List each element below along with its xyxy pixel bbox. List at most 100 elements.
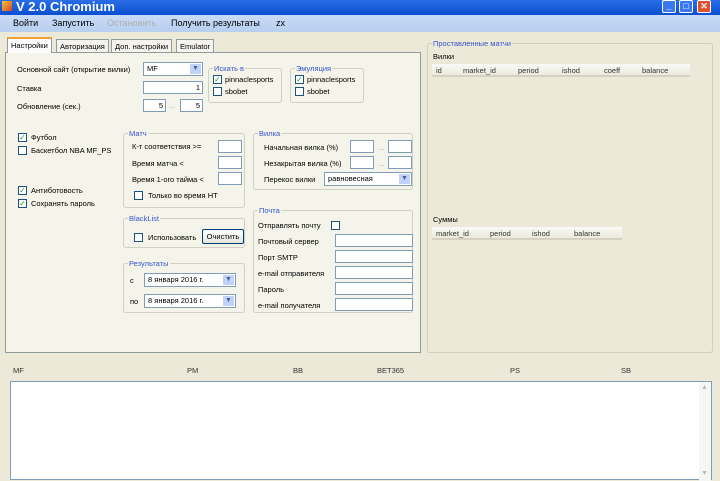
save-password-label: Сохранять пароль — [31, 199, 95, 208]
unclosed-fork-from-input[interactable] — [350, 156, 374, 169]
first-half-label: Время 1-ого тайма < — [132, 175, 204, 184]
mail-title: Почта — [258, 206, 281, 215]
blacklist-title: BlackList — [128, 214, 161, 223]
col-period[interactable]: period — [490, 229, 511, 238]
blacklist-clear-button[interactable]: Очистить — [202, 229, 244, 244]
mail-server-input[interactable] — [335, 234, 413, 247]
basketball-checkbox[interactable] — [18, 146, 27, 155]
main-site-label: Основной сайт (открытие вилки) — [17, 65, 131, 74]
save-password-checkbox[interactable]: ✓ — [18, 199, 27, 208]
results-group: Результаты с 8 января 2016 г. ▼ по 8 янва… — [123, 259, 245, 313]
antibot-checkbox[interactable]: ✓ — [18, 186, 27, 195]
search-pinnacle-checkbox[interactable]: ✓ — [213, 75, 222, 84]
sums-label: Суммы — [433, 215, 458, 224]
send-mail-label: Отправлять почту — [258, 221, 321, 230]
minimize-button[interactable]: _ — [662, 0, 676, 13]
stake-input[interactable]: 1 — [143, 81, 203, 94]
scroll-down-icon[interactable]: ▼ — [701, 470, 708, 477]
calendar-dropdown-icon: ▼ — [223, 275, 234, 285]
col-balance[interactable]: balance — [574, 229, 600, 238]
vertical-scrollbar[interactable]: ▲ ▼ — [699, 382, 711, 481]
column-ps: PS — [510, 366, 521, 375]
refresh-to-input[interactable]: 5 — [180, 99, 203, 112]
tab-settings[interactable]: Настройки — [7, 37, 52, 53]
results-to-value: 8 января 2016 г. — [148, 296, 204, 305]
football-checkbox[interactable]: ✓ — [18, 133, 27, 142]
placed-matches-title: Проставленные матчи — [432, 39, 512, 48]
search-in-group: Искать в ✓ pinnaclesports sbobet — [208, 64, 282, 103]
log-textarea[interactable]: ▲ ▼ — [10, 381, 712, 481]
tab-emulator[interactable]: Emulator — [176, 39, 215, 52]
col-market-id[interactable]: market_id — [436, 229, 469, 238]
col-market-id[interactable]: market_id — [463, 66, 496, 75]
results-from-date[interactable]: 8 января 2016 г. ▼ — [144, 273, 236, 287]
fork-skew-select[interactable]: равновесная ▼ — [324, 172, 412, 186]
search-sbobet-label: sbobet — [225, 87, 248, 96]
col-ishod[interactable]: ishod — [532, 229, 550, 238]
coef-label: К-т соответствия >= — [132, 142, 202, 151]
results-to-date[interactable]: 8 января 2016 г. ▼ — [144, 294, 236, 308]
mail-password-input[interactable] — [335, 282, 413, 295]
fork-skew-value: равновесная — [328, 174, 373, 183]
emu-sbobet-checkbox[interactable] — [295, 87, 304, 96]
column-pm: PM — [187, 366, 199, 375]
match-time-input[interactable] — [218, 156, 242, 169]
emu-pinnacle-checkbox[interactable]: ✓ — [295, 75, 304, 84]
unclosed-fork-to-input[interactable] — [388, 156, 412, 169]
fork-title: Вилка — [258, 129, 282, 138]
recipient-email-input[interactable] — [335, 298, 413, 311]
results-from-value: 8 января 2016 г. — [148, 275, 204, 284]
basketball-label: Баскетбол NBA MF_PS — [31, 146, 112, 155]
scroll-up-icon[interactable]: ▲ — [701, 384, 708, 391]
column-sb: SB — [621, 366, 632, 375]
window-title: V 2.0 Chromium — [16, 0, 115, 14]
initial-fork-label: Начальная вилка (%) — [264, 143, 339, 152]
search-sbobet-checkbox[interactable] — [213, 87, 222, 96]
col-ishod[interactable]: ishod — [562, 66, 580, 75]
mail-group: Почта Отправлять почту Почтовый сервер П… — [253, 206, 413, 313]
ht-only-checkbox[interactable] — [134, 191, 143, 200]
initial-fork-to-input[interactable] — [388, 140, 412, 153]
antibot-label: Антиботовость — [31, 186, 83, 195]
tab-extra-settings[interactable]: Доп. настройки — [111, 39, 173, 52]
col-id[interactable]: id — [436, 66, 442, 75]
ht-only-label: Только во время HT — [148, 191, 218, 200]
results-from-label: с — [130, 276, 134, 285]
mail-password-label: Пароль — [258, 285, 285, 294]
col-balance[interactable]: balance — [642, 66, 668, 75]
smtp-port-label: Порт SMTP — [258, 253, 298, 262]
match-title: Матч — [128, 129, 148, 138]
coef-input[interactable] — [218, 140, 242, 153]
first-half-input[interactable] — [218, 172, 242, 185]
refresh-label: Обновление (сек.) — [17, 102, 81, 111]
sender-email-input[interactable] — [335, 266, 413, 279]
menu-start[interactable]: Запустить — [52, 18, 94, 28]
emu-pinnacle-label: pinnaclesports — [307, 75, 356, 84]
menu-zx[interactable]: zx — [276, 18, 285, 28]
menu-stop[interactable]: Остановить — [107, 18, 156, 28]
emulation-group: Эмуляция ✓ pinnaclesports sbobet — [290, 64, 364, 103]
refresh-from-input[interactable]: 5 — [143, 99, 166, 112]
mail-server-label: Почтовый сервер — [258, 237, 319, 246]
col-period[interactable]: period — [518, 66, 539, 75]
smtp-port-input[interactable] — [335, 250, 413, 263]
maximize-button[interactable]: □ — [679, 0, 693, 13]
column-bet365: BET365 — [377, 366, 405, 375]
placed-matches-group: Проставленные матчи Вилки id market_id p… — [427, 39, 713, 353]
tab-authorization[interactable]: Авторизация — [56, 39, 109, 52]
search-pinnacle-label: pinnaclesports — [225, 75, 274, 84]
unclosed-fork-label: Незакрытая вилка (%) — [264, 159, 342, 168]
blacklist-use-checkbox[interactable] — [134, 233, 143, 242]
col-coeff[interactable]: coeff — [604, 66, 620, 75]
match-group: Матч К-т соответствия >= Время матча < В… — [123, 129, 245, 208]
close-button[interactable]: ✕ — [697, 0, 711, 13]
main-site-select[interactable]: MF ▼ — [143, 62, 203, 76]
forks-table-header: id market_id period ishod coeff balance — [432, 64, 690, 77]
menu-login[interactable]: Войти — [13, 18, 38, 28]
menu-bar: Войти Запустить Остановить Получить резу… — [0, 15, 720, 32]
menu-get-results[interactable]: Получить результаты — [171, 18, 260, 28]
column-mf: MF — [13, 366, 24, 375]
results-title: Результаты — [128, 259, 170, 268]
initial-fork-from-input[interactable] — [350, 140, 374, 153]
send-mail-checkbox[interactable] — [331, 221, 340, 230]
